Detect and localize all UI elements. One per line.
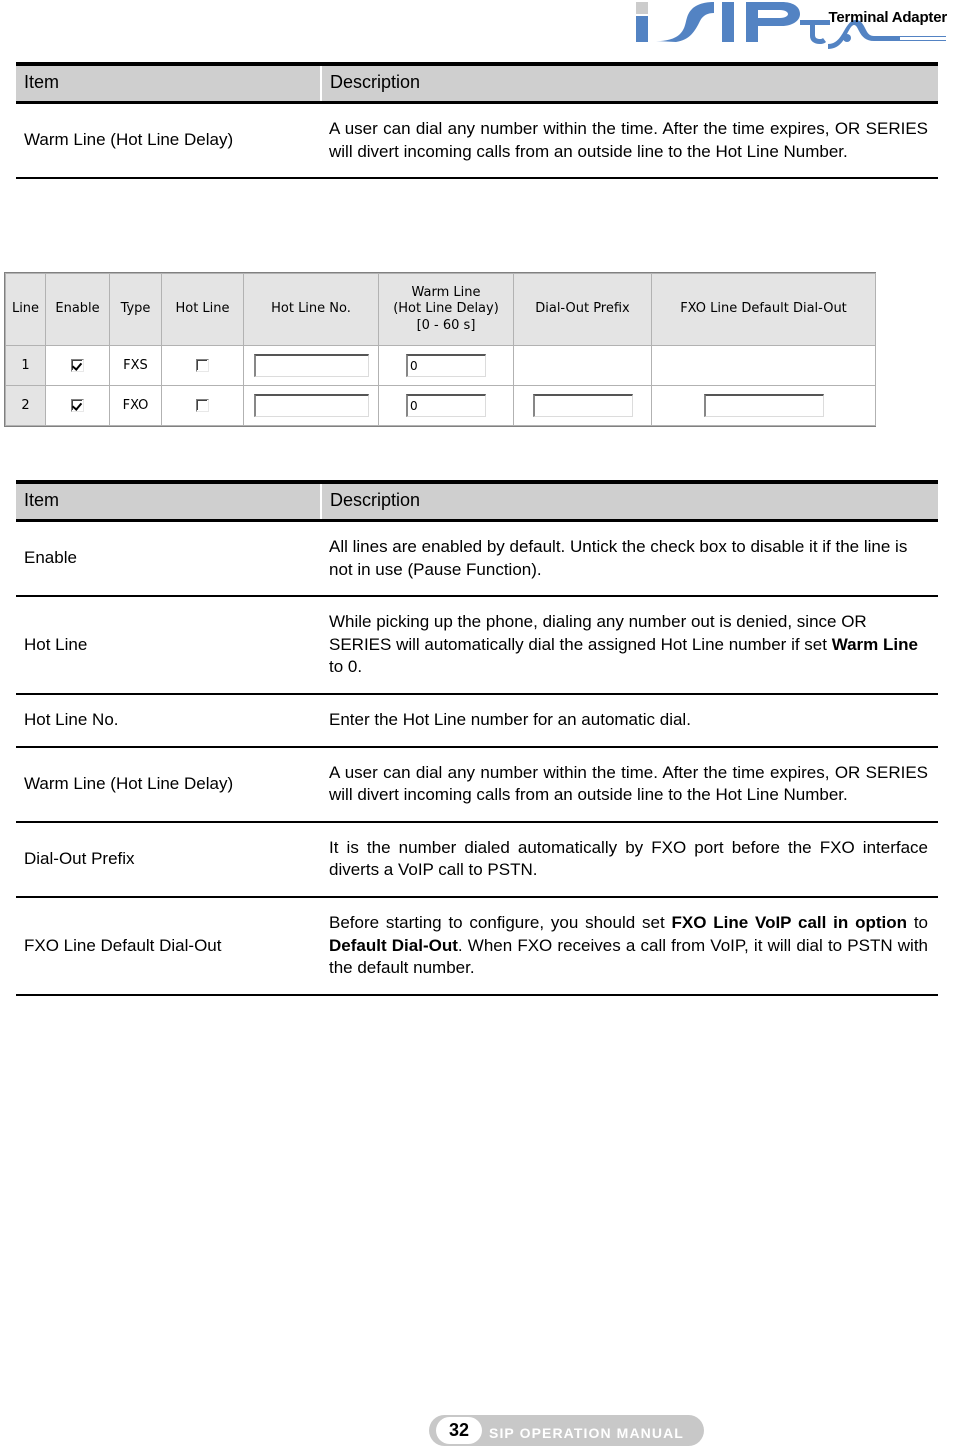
table-two-row1-item: Hot Line [16,596,321,696]
table-one-body: Warm Line (Hot Line Delay) A user can di… [16,102,938,180]
row1-type: FXS [109,345,162,386]
row1-hotline-checkbox[interactable] [196,359,209,372]
row2-enable-checkbox[interactable] [71,399,84,412]
row1-enable-cell [45,345,110,386]
col-header-enable: Enable [45,273,110,346]
table-one-header-item: Item [16,66,322,104]
line-settings-form-screenshot: Line Enable Type Hot Line Hot Line No. W… [4,272,876,427]
col-header-hot-line-no: Hot Line No. [243,273,379,346]
page-number-badge: 32 [436,1417,482,1444]
table-two-header-item: Item [16,484,322,522]
table-two-row5-description: Before starting to configure, you should… [321,897,938,996]
col-header-type: Type [109,273,162,346]
col-header-line: Line [5,273,46,346]
table-row: FXO Line Default Dial-Out Before startin… [16,897,938,996]
table-row: Dial-Out Prefix It is the number dialed … [16,821,938,899]
row1-hotline-no-input[interactable] [253,354,369,377]
table-two-row2-description: Enter the Hot Line number for an automat… [321,694,938,748]
row2-hotline-no-input[interactable] [253,394,369,417]
item-description-table-one: Item Description Warm Line (Hot Line Del… [16,62,938,180]
page-footer: 32 SIP OPERATION MANUAL [0,1408,955,1448]
row2-line-number: 2 [5,385,46,426]
col-header-hot-line: Hot Line [161,273,244,346]
row1-hotline-cell [161,345,244,386]
table-row: Warm Line (Hot Line Delay) A user can di… [16,102,938,180]
table-two-body: Enable All lines are enabled by default.… [16,520,938,996]
line-settings-header-row: Line Enable Type Hot Line Hot Line No. W… [5,273,876,346]
table-one-row0-item: Warm Line (Hot Line Delay) [16,102,321,180]
manual-title-label: SIP OPERATION MANUAL [489,1425,684,1441]
table-two-row3-description: A user can dial any number within the ti… [321,746,938,823]
row1-dial-out-prefix-cell [513,345,652,386]
row2-hotline-checkbox[interactable] [196,399,209,412]
row2-dial-out-prefix-cell [513,385,652,426]
brand-logo: Terminal Adapter [610,0,950,52]
table-row: Hot Line No. Enter the Hot Line number f… [16,694,938,748]
row2-warm-line-cell: 0 [378,385,514,426]
row1-fxo-default-dial-out-cell [651,345,876,386]
row2-enable-cell [45,385,110,426]
table-two-row0-description: All lines are enabled by default. Untick… [321,520,938,598]
table-two-row5-item: FXO Line Default Dial-Out [16,897,321,996]
table-row: Hot Line While picking up the phone, dia… [16,596,938,696]
row1-warm-line-input[interactable]: 0 [406,354,486,377]
line-settings-row-2: 2 FXO 0 [5,385,876,426]
table-two-header-description: Description [321,484,938,522]
col-header-dial-out-prefix: Dial-Out Prefix [513,273,652,346]
col-header-warm-line-l1: Warm Line [411,284,481,300]
table-row: Warm Line (Hot Line Delay) A user can di… [16,746,938,823]
table-two-row4-description: It is the number dialed automatically by… [321,821,938,899]
table-one-row0-description: A user can dial any number within the ti… [321,102,938,180]
row2-hotline-cell [161,385,244,426]
isip-ta-logo-icon [636,2,946,49]
table-two-row3-item: Warm Line (Hot Line Delay) [16,746,321,823]
col-header-warm-line: Warm Line (Hot Line Delay) [0 - 60 s] [378,273,514,346]
line-settings-row-1: 1 FXS 0 [5,345,876,386]
col-header-warm-line-l3: [0 - 60 s] [416,317,476,333]
table-two-row4-item: Dial-Out Prefix [16,821,321,899]
row2-fxo-default-dial-out-input[interactable] [703,394,824,417]
table-two-header-row: Item Description [16,484,938,522]
row2-warm-line-input[interactable]: 0 [406,394,486,417]
row2-type: FXO [109,385,162,426]
table-row: Enable All lines are enabled by default.… [16,520,938,598]
item-description-table-two: Item Description Enable All lines are en… [16,480,938,996]
row1-enable-checkbox[interactable] [71,359,84,372]
row2-hotline-no-cell [243,385,379,426]
table-one-header-description: Description [321,66,938,104]
table-two-row2-item: Hot Line No. [16,694,321,748]
row2-fxo-default-dial-out-cell [651,385,876,426]
col-header-warm-line-l2: (Hot Line Delay) [393,301,499,317]
col-header-fxo-line-default-dial-out: FXO Line Default Dial-Out [651,273,876,346]
row2-dial-out-prefix-input[interactable] [532,394,633,417]
row1-hotline-no-cell [243,345,379,386]
line-settings-body: 1 FXS 0 2 FXO 0 [5,345,876,426]
row1-line-number: 1 [5,345,46,386]
table-one-header-row: Item Description [16,66,938,104]
product-title: Terminal Adapter [828,9,948,26]
row1-warm-line-cell: 0 [378,345,514,386]
page-header: Terminal Adapter [0,0,955,56]
line-settings-table: Line Enable Type Hot Line Hot Line No. W… [5,273,876,426]
table-two-row0-item: Enable [16,520,321,598]
table-two-row1-description: While picking up the phone, dialing any … [321,596,938,696]
